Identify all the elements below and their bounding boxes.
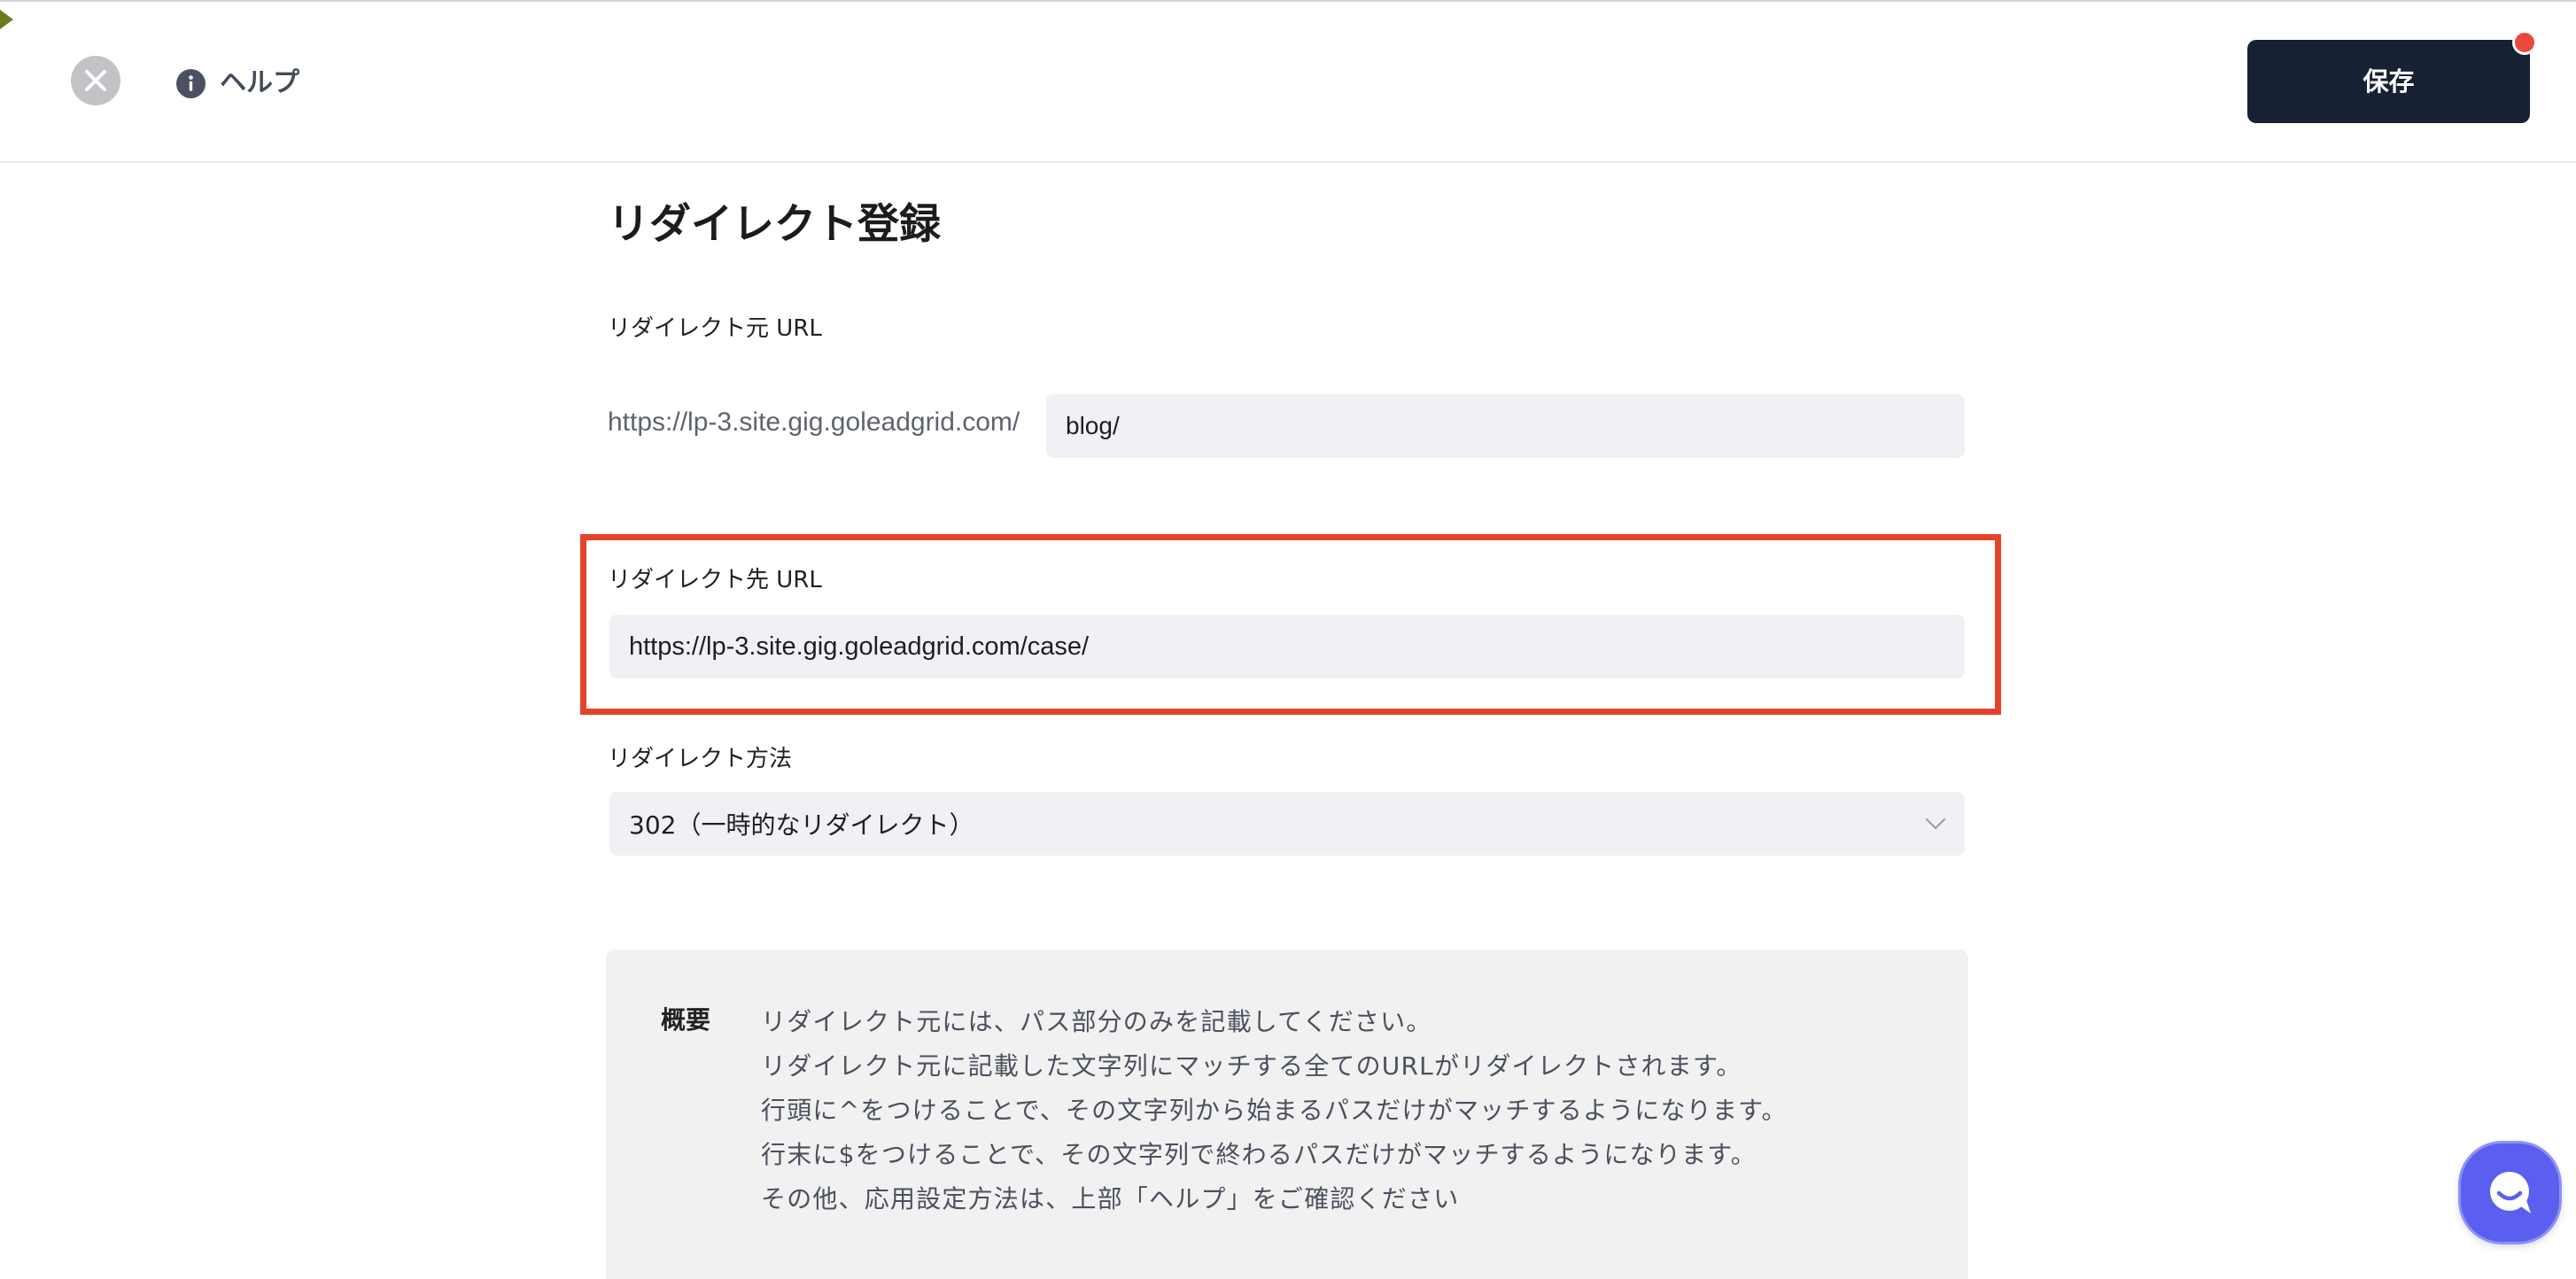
close-button[interactable] [71, 56, 120, 105]
info-icon [176, 68, 206, 98]
help-label: ヘルプ [220, 67, 299, 98]
redirect-method-value: 302（一時的なリダイレクト） [629, 810, 974, 840]
source-url-label: リダイレクト元 URL [608, 315, 822, 342]
overview-text: リダイレクト元には、パス部分のみを記載してください。 リダイレクト元に記載した文… [761, 1000, 1788, 1221]
chat-smile-icon [2489, 1171, 2531, 1213]
page-title: リダイレクト登録 [608, 200, 941, 249]
notification-dot [2512, 30, 2537, 55]
overview-line: 行頭に^をつけることで、その文字列から始まるパスだけがマッチするようになります。 [761, 1096, 1788, 1125]
destination-url-label: リダイレクト先 URL [608, 567, 822, 593]
source-url-input[interactable] [1046, 394, 1965, 458]
chat-button[interactable] [2461, 1143, 2559, 1242]
chevron-down-icon [1926, 818, 1945, 829]
close-icon [85, 70, 106, 91]
destination-url-input[interactable] [609, 615, 1965, 678]
top-bar: ヘルプ 保存 [0, 2, 2576, 163]
overview-line: その他、応用設定方法は、上部「ヘルプ」をご確認ください [761, 1184, 1460, 1213]
redirect-method-label: リダイレクト方法 [608, 746, 793, 772]
help-link[interactable]: ヘルプ [176, 65, 299, 102]
overview-line: 行末に$をつけることで、その文字列で終わるパスだけがマッチするようになります。 [761, 1140, 1757, 1169]
overview-heading: 概要 [661, 1005, 711, 1035]
save-button[interactable]: 保存 [2247, 40, 2530, 123]
overview-panel: 概要 リダイレクト元には、パス部分のみを記載してください。 リダイレクト元に記載… [606, 950, 1968, 1279]
redirect-method-select[interactable]: 302（一時的なリダイレクト） [609, 792, 1965, 856]
overview-line: リダイレクト元に記載した文字列にマッチする全てのURLがリダイレクトされます。 [761, 1051, 1742, 1081]
overview-line: リダイレクト元には、パス部分のみを記載してください。 [761, 1007, 1432, 1036]
source-url-prefix: https://lp-3.site.gig.goleadgrid.com/ [608, 407, 1020, 437]
redirect-editor-screen: ヘルプ 保存 リダイレクト登録 リダイレクト元 URL https://lp-3… [0, 0, 2576, 1279]
